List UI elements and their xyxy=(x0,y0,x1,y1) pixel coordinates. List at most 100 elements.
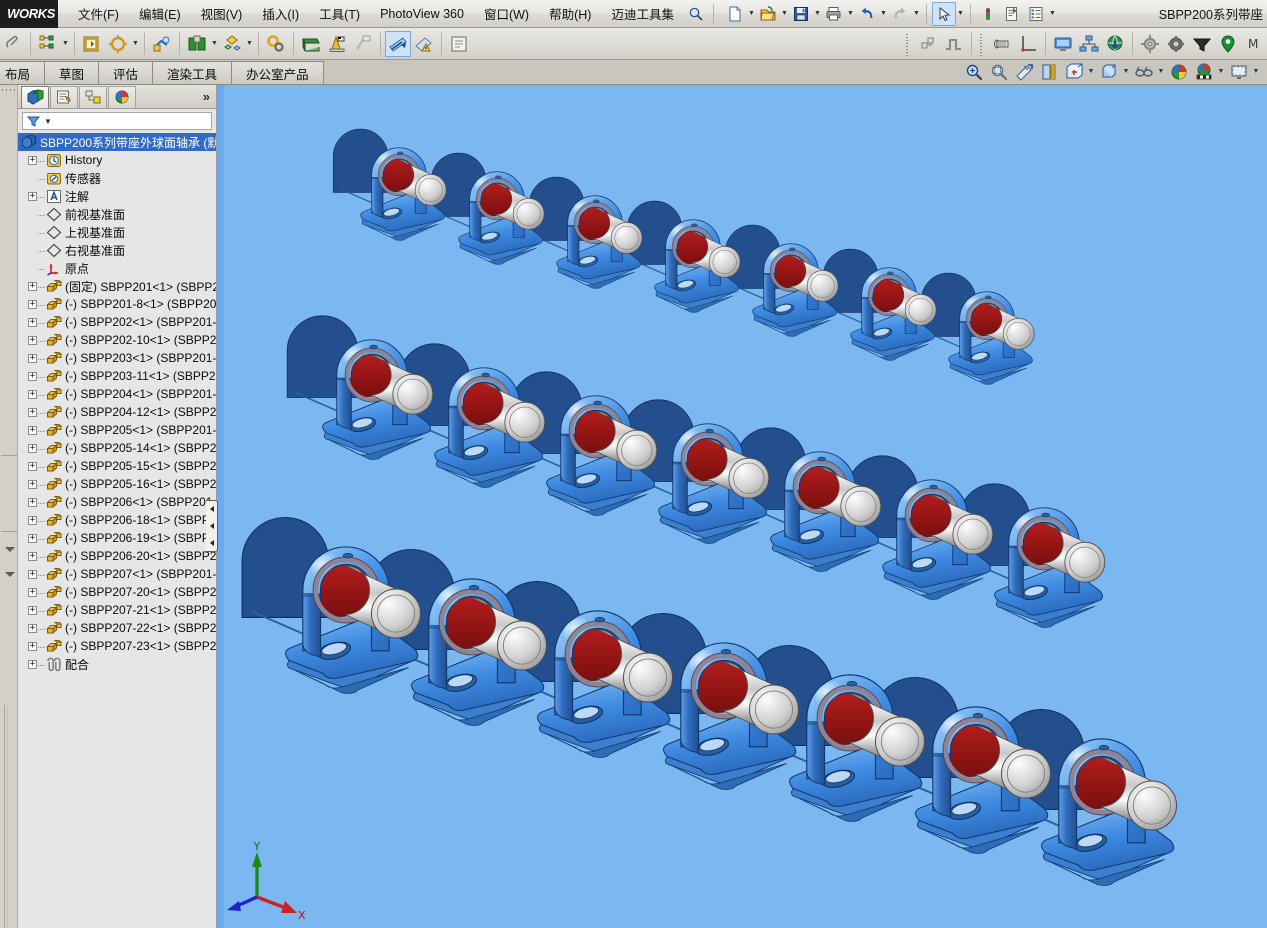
tree-item[interactable]: + (-) SBPP206-19<1> (SBPP2 xyxy=(18,529,216,547)
new-document-icon[interactable] xyxy=(723,2,747,26)
tree-item[interactable]: + 注解 xyxy=(18,187,216,205)
tab-render-tools[interactable]: 渲染工具 xyxy=(152,61,233,84)
funnel-icon[interactable] xyxy=(1189,31,1215,57)
bill-of-materials-icon[interactable] xyxy=(350,31,376,57)
insert-components-icon[interactable] xyxy=(35,31,61,57)
print-caret[interactable]: ▼ xyxy=(846,2,855,26)
view-settings-caret[interactable]: ▼ xyxy=(1251,60,1261,83)
move-component-icon[interactable] xyxy=(149,31,175,57)
strip-scroll-down-2-icon[interactable] xyxy=(5,572,15,577)
select-caret[interactable]: ▼ xyxy=(956,2,965,26)
edit-appearance-icon[interactable] xyxy=(1166,60,1191,83)
apply-scene-caret[interactable]: ▼ xyxy=(1216,60,1226,83)
tree-expand-icon[interactable]: + xyxy=(28,587,37,597)
view-orientation-icon[interactable] xyxy=(1061,60,1086,83)
tree-item[interactable]: + (-) SBPP206-18<1> (SBPP2 xyxy=(18,511,216,529)
tree-item[interactable]: + (-) SBPP207-20<1> (SBPP2 xyxy=(18,583,216,601)
tree-expand-icon[interactable]: + xyxy=(28,389,37,399)
menu-edit[interactable]: 编辑(E) xyxy=(129,0,191,28)
undo-icon[interactable] xyxy=(855,2,879,26)
save-caret[interactable]: ▼ xyxy=(813,2,822,26)
assembly-features-icon[interactable] xyxy=(263,31,289,57)
save-icon[interactable] xyxy=(789,2,813,26)
redo-caret[interactable]: ▼ xyxy=(912,2,921,26)
configuration-manager-tab[interactable] xyxy=(79,85,107,108)
property-manager-tab[interactable] xyxy=(50,85,78,108)
tree-expand-icon[interactable]: + xyxy=(28,155,37,165)
tree-item[interactable]: + (-) SBPP205-16<1> (SBPP2 xyxy=(18,475,216,493)
tree-filter-bar[interactable]: ▼ xyxy=(22,112,212,130)
tree-item[interactable]: + (-) SBPP207-22<1> (SBPP2 xyxy=(18,619,216,637)
menu-help[interactable]: 帮助(H) xyxy=(539,0,601,28)
web-download-icon[interactable] xyxy=(1102,31,1128,57)
open-document-caret[interactable]: ▼ xyxy=(780,2,789,26)
options-icon[interactable] xyxy=(1024,2,1048,26)
tree-expand-icon[interactable]: + xyxy=(28,659,37,669)
tree-item[interactable]: + (-) SBPP204<1> (SBPP201- xyxy=(18,385,216,403)
tree-item[interactable]: + (-) SBPP206<1> (SBPP201- xyxy=(18,493,216,511)
tab-evaluate[interactable]: 评估 xyxy=(98,61,154,84)
exploded-view-caret[interactable]: ▼ xyxy=(245,32,254,56)
gear-dark-icon[interactable] xyxy=(1163,31,1189,57)
tree-expand-icon[interactable]: + xyxy=(28,353,37,363)
network-icon[interactable] xyxy=(1076,31,1102,57)
tree-expand-icon[interactable]: + xyxy=(28,461,37,471)
tree-item[interactable]: + (-) SBPP207<1> (SBPP201- xyxy=(18,565,216,583)
select-arrow-icon[interactable] xyxy=(931,1,956,26)
tree-expand-icon[interactable]: + xyxy=(28,335,37,345)
tree-expand-icon[interactable]: + xyxy=(28,407,37,417)
belt-chain-icon[interactable] xyxy=(915,31,941,57)
tree-item[interactable]: + (-) SBPP205<1> (SBPP201- xyxy=(18,421,216,439)
tree-item[interactable]: + (-) SBPP202<1> (SBPP201- xyxy=(18,313,216,331)
options-caret[interactable]: ▼ xyxy=(1048,2,1057,26)
tree-item[interactable]: 传感器 xyxy=(18,169,216,187)
tree-expand-icon[interactable]: + xyxy=(28,605,37,615)
rebuild-icon[interactable] xyxy=(976,2,1000,26)
location-pin-icon[interactable] xyxy=(1215,31,1241,57)
tree-expand-icon[interactable]: + xyxy=(28,551,37,561)
smart-fasteners-caret[interactable]: ▼ xyxy=(131,32,140,56)
strip-grip[interactable] xyxy=(2,87,16,93)
toolbar-grip-1[interactable] xyxy=(905,31,912,56)
tree-expand-icon[interactable]: + xyxy=(28,497,37,507)
apply-scene-icon[interactable] xyxy=(1191,60,1216,83)
smart-fasteners-icon[interactable] xyxy=(105,31,131,57)
file-properties-icon[interactable] xyxy=(1000,2,1024,26)
tree-item[interactable]: + History xyxy=(18,151,216,169)
tree-expand-icon[interactable]: + xyxy=(28,443,37,453)
previous-view-icon[interactable] xyxy=(1011,60,1036,83)
panel-splitter[interactable] xyxy=(217,85,224,928)
tree-expand-icon[interactable]: + xyxy=(28,281,37,291)
tree-item[interactable]: + (-) SBPP205-14<1> (SBPP2 xyxy=(18,439,216,457)
tree-item[interactable]: + (-) SBPP204-12<1> (SBPP2 xyxy=(18,403,216,421)
view-orientation-caret[interactable]: ▼ xyxy=(1086,60,1096,83)
feature-tree-list[interactable]: SBPP200系列带座外球面轴承 (默 + History 传感器 + 注解 前视基准面上… xyxy=(18,132,216,928)
tab-sketch[interactable]: 草图 xyxy=(44,61,100,84)
more-icon[interactable]: M xyxy=(1241,31,1267,57)
clip-icon[interactable] xyxy=(0,31,26,57)
tree-item[interactable]: + (固定) SBPP201<1> (SBPP2 xyxy=(18,277,216,295)
zoom-to-area-icon[interactable] xyxy=(986,60,1011,83)
display-style-icon[interactable] xyxy=(1096,60,1121,83)
assembly-visualization-icon[interactable] xyxy=(446,31,472,57)
coordinate-system-icon[interactable] xyxy=(1015,31,1041,57)
hide-show-caret[interactable]: ▼ xyxy=(1156,60,1166,83)
tree-expand-icon[interactable]: + xyxy=(28,317,37,327)
menu-window[interactable]: 窗口(W) xyxy=(474,0,539,28)
print-icon[interactable] xyxy=(822,2,846,26)
tree-item[interactable]: + (-) SBPP201-8<1> (SBPP20 xyxy=(18,295,216,313)
tree-flyout-indicator[interactable] xyxy=(206,500,218,552)
display-style-caret[interactable]: ▼ xyxy=(1121,60,1131,83)
search-icon[interactable] xyxy=(684,2,708,26)
tree-item[interactable]: + (-) SBPP202-10<1> (SBPP2 xyxy=(18,331,216,349)
more-tabs-icon[interactable]: » xyxy=(203,89,216,104)
redo-icon[interactable] xyxy=(888,2,912,26)
fastener-icon[interactable] xyxy=(989,31,1015,57)
settings-gear-icon[interactable] xyxy=(1137,31,1163,57)
filter-caret-icon[interactable]: ▼ xyxy=(44,117,52,126)
tree-expand-icon[interactable]: + xyxy=(28,641,37,651)
insert-components-caret[interactable]: ▼ xyxy=(61,32,70,56)
tree-item[interactable]: 原点 xyxy=(18,259,216,277)
feature-manager-tab[interactable] xyxy=(21,85,49,108)
tree-item[interactable]: 右视基准面 xyxy=(18,241,216,259)
